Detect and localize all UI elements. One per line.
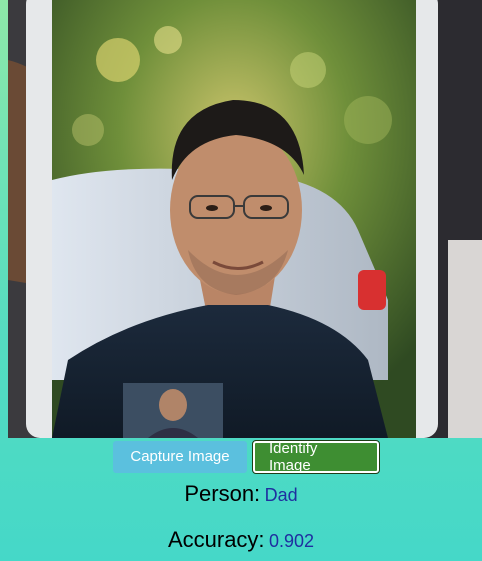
accuracy-label: Accuracy: xyxy=(167,527,265,552)
person-result: Person: Dad xyxy=(0,481,482,507)
identify-image-button[interactable]: Identify Image xyxy=(252,439,380,474)
person-value: Dad xyxy=(264,485,298,505)
button-bar: Capture Image Identify Image xyxy=(0,438,482,475)
camera-feed xyxy=(8,0,482,438)
person-label: Person: xyxy=(184,481,261,506)
accuracy-result: Accuracy: 0.902 xyxy=(0,527,482,553)
capture-image-button[interactable]: Capture Image xyxy=(113,440,247,473)
accuracy-value: 0.902 xyxy=(269,531,315,551)
